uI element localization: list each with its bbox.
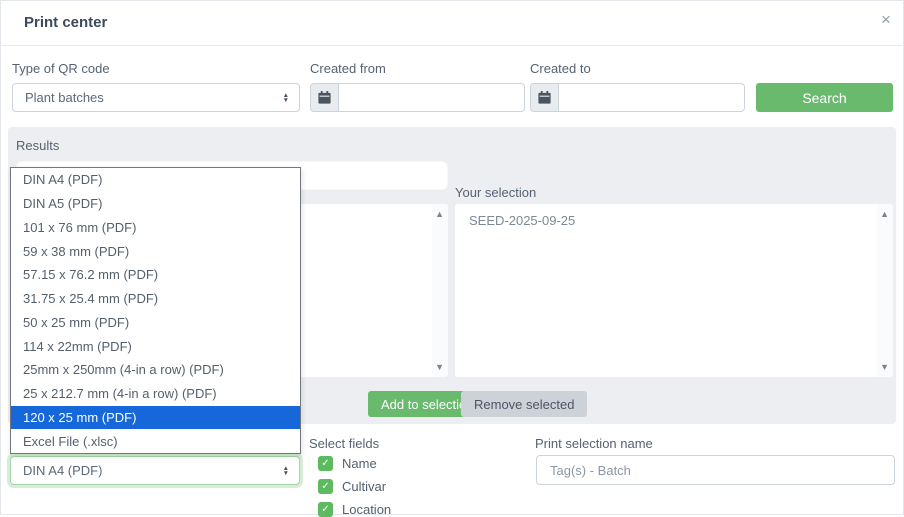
scrollbar[interactable] [877,204,893,377]
dropdown-option[interactable]: 50 x 25 mm (PDF) [11,311,300,335]
search-button[interactable]: Search [756,83,893,112]
chevron-updown-icon: ▲▼ [283,466,289,476]
scroll-up-icon[interactable]: ▲ [880,209,889,219]
dropdown-option[interactable]: 25 x 212.7 mm (4-in a row) (PDF) [11,382,300,406]
dropdown-option[interactable]: 25mm x 250mm (4-in a row) (PDF) [11,358,300,382]
print-center-dialog: { "window": { "title": "Print center", "… [0,0,904,515]
close-icon[interactable]: × [874,8,898,32]
dropdown-option[interactable]: 101 x 76 mm (PDF) [11,216,300,240]
print-selection-name-input[interactable] [536,455,895,485]
print-format-dropdown: DIN A4 (PDF) DIN A5 (PDF) 101 x 76 mm (P… [10,167,301,454]
dropdown-option[interactable]: 114 x 22mm (PDF) [11,334,300,358]
select-fields-label: Select fields [309,436,379,451]
created-to-input[interactable] [559,83,745,112]
dropdown-option[interactable]: 59 x 38 mm (PDF) [11,239,300,263]
remove-selected-button[interactable]: Remove selected [461,391,587,417]
chevron-updown-icon: ▲▼ [283,93,289,103]
header-divider [0,45,904,46]
results-label: Results [16,138,59,153]
print-selection-name-label: Print selection name [535,436,653,451]
dropdown-option-highlighted[interactable]: 120 x 25 mm (PDF) [11,406,300,430]
your-selection-listbox[interactable]: SEED-2025-09-25 ▲ ▼ [455,204,893,377]
created-from-label: Created from [310,61,386,76]
checkbox-name-label: Name [342,456,377,471]
scrollbar[interactable] [432,204,448,377]
scroll-down-icon[interactable]: ▼ [880,362,889,372]
type-of-qr-label: Type of QR code [12,61,110,76]
dropdown-option[interactable]: 57.15 x 76.2 mm (PDF) [11,263,300,287]
page-title: Print center [24,14,107,31]
your-selection-label: Your selection [455,185,536,200]
checkbox-cultivar[interactable]: ✓ [318,479,333,494]
qr-type-select-value: Plant batches [25,90,283,105]
checkbox-name[interactable]: ✓ [318,456,333,471]
dropdown-option[interactable]: DIN A5 (PDF) [11,192,300,216]
created-from-input[interactable] [339,83,525,112]
dropdown-option[interactable]: 31.75 x 25.4 mm (PDF) [11,287,300,311]
scroll-down-icon[interactable]: ▼ [435,362,444,372]
qr-type-select[interactable]: Plant batches ▲▼ [12,83,300,112]
scroll-up-icon[interactable]: ▲ [435,209,444,219]
calendar-icon[interactable] [310,83,339,112]
checkbox-cultivar-label: Cultivar [342,479,386,494]
calendar-icon[interactable] [530,83,559,112]
print-format-select-value: DIN A4 (PDF) [23,463,283,478]
dropdown-option[interactable]: DIN A4 (PDF) [11,168,300,192]
selection-list-item[interactable]: SEED-2025-09-25 [455,204,893,237]
dropdown-option[interactable]: Excel File (.xlsc) [11,429,300,453]
created-to-label: Created to [530,61,591,76]
print-format-select[interactable]: DIN A4 (PDF) ▲▼ [10,456,300,485]
